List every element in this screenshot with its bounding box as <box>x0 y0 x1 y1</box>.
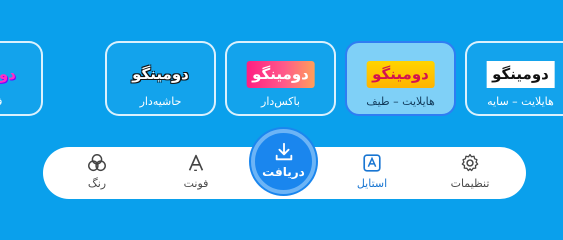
style-preview-boxed: دومینگو <box>246 61 315 88</box>
style-preview-highlight-shadow: دومینگو <box>486 61 555 88</box>
nav-style-label: استایل <box>356 177 388 190</box>
style-carousel[interactable]: دومینگو فانتزی دومینگو حاشیه‌دار دومینگو… <box>0 38 563 118</box>
style-label-outline: حاشیه‌دار <box>139 95 182 108</box>
nav-settings[interactable]: تنظیمات <box>435 152 505 196</box>
style-label-highlight-shadow: هایلایت – سایه <box>487 95 554 108</box>
nav-settings-label: تنظیمات <box>450 177 490 190</box>
style-card-outline[interactable]: دومینگو حاشیه‌دار <box>105 41 216 116</box>
style-label-highlight-gradient: هایلایت – طیف <box>366 95 435 108</box>
download-button[interactable]: دریافت <box>251 129 316 194</box>
style-label-fancy: فانتزی <box>0 95 41 108</box>
style-label-boxed: باکس‌دار <box>261 95 300 108</box>
nav-color-label: رنگ <box>87 177 107 190</box>
style-icon <box>363 154 381 172</box>
download-label: دریافت <box>262 165 305 179</box>
palette-icon <box>88 154 106 172</box>
style-preview-outline: دومینگو <box>132 65 189 83</box>
style-card-highlight-shadow[interactable]: دومینگو هایلایت – سایه <box>465 41 563 116</box>
nav-font[interactable]: فونت <box>161 152 231 196</box>
nav-color[interactable]: رنگ <box>62 152 132 196</box>
nav-style[interactable]: استایل <box>337 152 407 196</box>
style-card-boxed[interactable]: دومینگو باکس‌دار <box>225 41 336 116</box>
style-preview-fancy: دومینگو <box>0 65 16 83</box>
nav-font-label: فونت <box>183 177 209 190</box>
style-card-fancy[interactable]: دومینگو فانتزی <box>0 41 43 116</box>
gear-icon <box>461 153 479 172</box>
download-icon <box>275 142 292 161</box>
style-preview-highlight-gradient: دومینگو <box>366 61 435 88</box>
style-card-highlight-gradient[interactable]: دومینگو هایلایت – طیف <box>345 41 456 116</box>
font-icon <box>188 154 204 171</box>
